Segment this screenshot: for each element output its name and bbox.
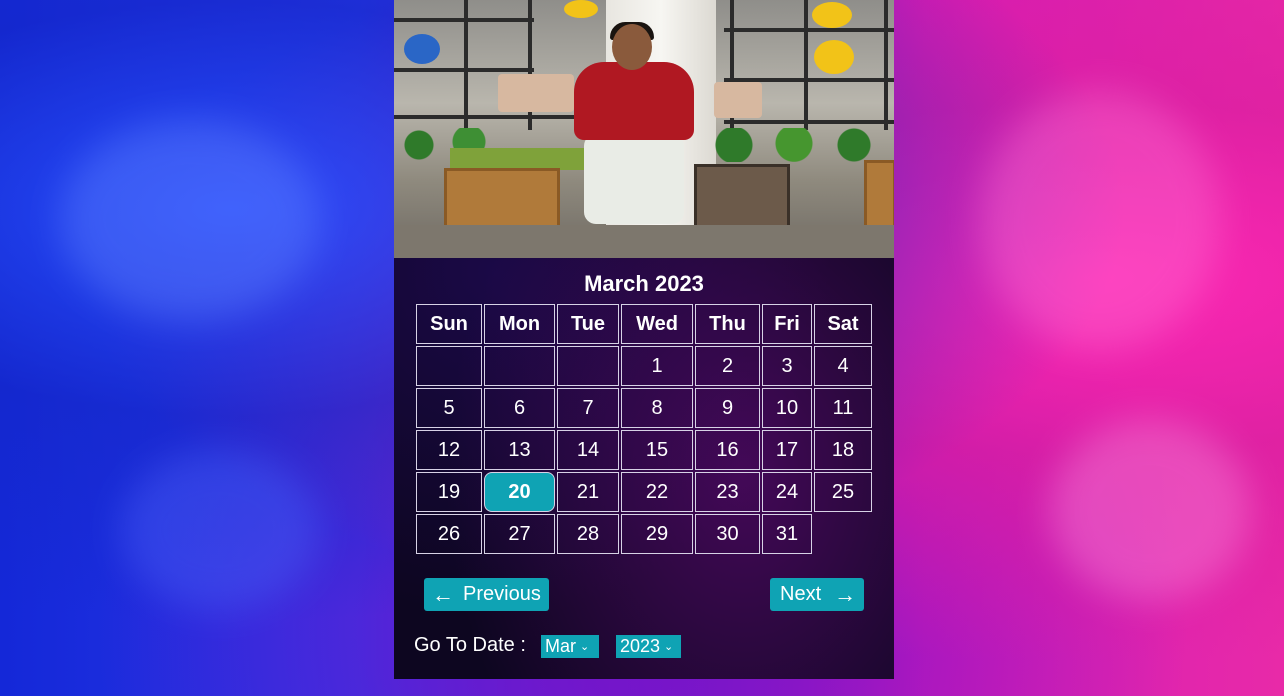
week-row: 1 2 3 4 <box>416 346 872 386</box>
day-cell[interactable]: 28 <box>557 514 619 554</box>
profile-photo <box>394 0 894 258</box>
year-select-value: 2023 <box>620 636 661 656</box>
arrow-right-icon: → <box>834 581 857 607</box>
weekday-header-row: Sun Mon Tue Wed Thu Fri Sat <box>416 304 872 344</box>
calendar-grid: Sun Mon Tue Wed Thu Fri Sat 1 2 3 4 5 6 <box>414 302 874 556</box>
day-cell-sunday[interactable]: 12 <box>416 430 482 470</box>
day-cell[interactable]: 2 <box>695 346 760 386</box>
day-cell[interactable]: 16 <box>695 430 760 470</box>
weekday-thu: Thu <box>695 304 760 344</box>
day-cell[interactable]: 7 <box>557 388 619 428</box>
day-cell[interactable]: 22 <box>621 472 693 512</box>
previous-button[interactable]: ← Previous <box>424 578 549 611</box>
day-cell[interactable]: 31 <box>762 514 812 554</box>
day-cell[interactable]: 1 <box>621 346 693 386</box>
week-row: 5 6 7 8 9 10 11 <box>416 388 872 428</box>
week-row: 12 13 14 15 16 17 18 <box>416 430 872 470</box>
day-cell[interactable]: 17 <box>762 430 812 470</box>
year-select[interactable]: 2023 ⌄ <box>616 635 681 658</box>
day-cell[interactable]: 3 <box>762 346 812 386</box>
day-cell[interactable]: 29 <box>621 514 693 554</box>
day-cell-empty <box>416 346 482 386</box>
month-title: March 2023 <box>584 271 704 296</box>
day-cell[interactable]: 21 <box>557 472 619 512</box>
weekday-wed: Wed <box>621 304 693 344</box>
next-button[interactable]: Next → <box>770 578 864 611</box>
next-label: Next <box>780 583 822 605</box>
day-cell-sunday[interactable]: 5 <box>416 388 482 428</box>
day-cell-empty <box>484 346 555 386</box>
day-cell[interactable]: 13 <box>484 430 555 470</box>
weekday-mon: Mon <box>484 304 555 344</box>
weekday-tue: Tue <box>557 304 619 344</box>
day-cell-empty <box>557 346 619 386</box>
day-cell[interactable]: 30 <box>695 514 760 554</box>
weekday-sat: Sat <box>814 304 872 344</box>
day-cell[interactable]: 4 <box>814 346 872 386</box>
day-cell-empty <box>814 514 872 554</box>
weekday-fri: Fri <box>762 304 812 344</box>
calendar-panel: March 2023 Sun Mon Tue Wed Thu Fri Sat 1… <box>394 0 894 679</box>
day-cell[interactable]: 8 <box>621 388 693 428</box>
month-select-value: Mar <box>545 636 576 656</box>
day-cell[interactable]: 6 <box>484 388 555 428</box>
week-row: 19 20 21 22 23 24 25 <box>416 472 872 512</box>
day-cell-sunday[interactable]: 19 <box>416 472 482 512</box>
day-cell[interactable]: 23 <box>695 472 760 512</box>
go-to-date-label: Go To Date : <box>414 634 526 656</box>
day-cell[interactable]: 9 <box>695 388 760 428</box>
previous-label: Previous <box>463 583 541 605</box>
arrow-left-icon: ← <box>432 581 454 607</box>
chevron-down-icon: ⌄ <box>580 641 590 653</box>
month-select[interactable]: Mar ⌄ <box>541 635 599 658</box>
day-cell[interactable]: 24 <box>762 472 812 512</box>
day-cell[interactable]: 11 <box>814 388 872 428</box>
weekday-sun: Sun <box>416 304 482 344</box>
day-cell[interactable]: 14 <box>557 430 619 470</box>
day-cell[interactable]: 10 <box>762 388 812 428</box>
day-cell[interactable]: 27 <box>484 514 555 554</box>
week-row: 26 27 28 29 30 31 <box>416 514 872 554</box>
day-cell[interactable]: 18 <box>814 430 872 470</box>
day-cell-sunday[interactable]: 26 <box>416 514 482 554</box>
day-cell-today[interactable]: 20 <box>484 472 555 512</box>
day-cell[interactable]: 25 <box>814 472 872 512</box>
day-cell[interactable]: 15 <box>621 430 693 470</box>
chevron-down-icon: ⌄ <box>664 641 674 653</box>
